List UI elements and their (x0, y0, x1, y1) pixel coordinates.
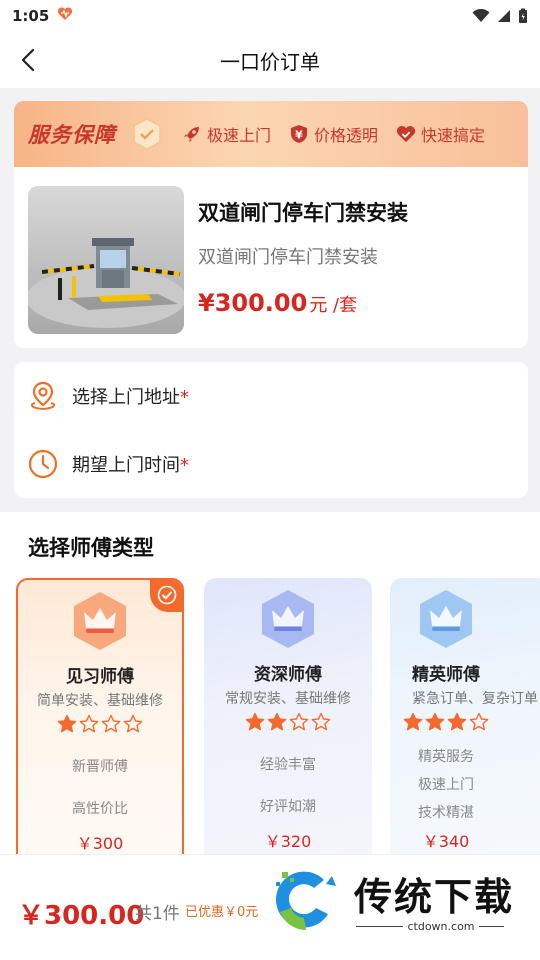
svg-text:¥: ¥ (295, 129, 303, 142)
master-desc: 常规安装、基础维修 (225, 691, 351, 707)
back-button[interactable] (14, 46, 42, 74)
rocket-icon (182, 124, 202, 144)
location-pin-icon (26, 379, 60, 413)
address-label: 选择上门地址* (72, 383, 189, 409)
total-price: ￥300.00 (18, 901, 145, 931)
master-feature: 好评如潮 (260, 799, 316, 815)
master-name: 精英师傅 (412, 665, 480, 685)
star-filled-icon (447, 712, 467, 731)
crown-icon (262, 590, 314, 648)
star-empty-icon (123, 714, 143, 733)
star-filled-icon (267, 712, 287, 731)
master-feature: 高性价比 (72, 801, 128, 817)
service-guarantee-banner: 服务保障 极速上门 ¥ 价格透明 快速搞定 (14, 101, 528, 167)
master-card-elite[interactable]: 精英师傅 紧急订单、复杂订单 精英服务 极速上门 技术精湛 ￥340 (390, 578, 540, 868)
feature-label: 极速上门 (207, 126, 272, 145)
watermark: 传统下载 ctdown.com (266, 862, 534, 938)
star-filled-icon (245, 712, 265, 731)
status-time: 1:05 (12, 7, 50, 25)
star-filled-icon (57, 714, 77, 733)
star-empty-icon (79, 714, 99, 733)
yen-shield-icon: ¥ (289, 124, 309, 144)
required-mark: * (180, 455, 189, 476)
section-title: 选择师傅类型 (28, 536, 154, 560)
feature-fast-visit: 极速上门 (182, 122, 271, 146)
master-feature: 技术精湛 (418, 805, 474, 821)
star-rating (18, 714, 182, 734)
feature-quick-done: 快速搞定 (396, 122, 485, 146)
battery-icon (519, 8, 527, 23)
required-mark: * (180, 387, 189, 408)
master-price: ￥320 (264, 832, 312, 851)
address-label-text: 选择上门地址 (72, 387, 180, 408)
product-card: 双道闸门停车门禁安装 双道闸门停车门禁安装 ¥300.00 元 /套 (14, 167, 528, 348)
heart-check-icon (396, 124, 416, 144)
crown-icon (420, 590, 472, 648)
star-empty-icon (289, 712, 309, 731)
watermark-url: ctdown.com (266, 920, 534, 933)
feature-label: 价格透明 (314, 126, 379, 145)
wifi-icon (472, 9, 490, 22)
master-price: ￥340 (422, 832, 470, 851)
signal-icon (498, 10, 510, 22)
time-label: 期望上门时间* (72, 451, 189, 477)
master-card-trainee[interactable]: 见习师傅 简单安装、基础维修 新晋师傅 高性价比 ￥300 (16, 578, 184, 868)
item-count: 共1件 (135, 904, 180, 924)
product-subtitle: 双道闸门停车门禁安装 (198, 247, 378, 268)
select-address-row[interactable]: 选择上门地址* (26, 376, 516, 416)
feature-transparent-price: ¥ 价格透明 (289, 122, 378, 146)
discount-text: 已优惠￥0元 (185, 905, 259, 920)
price-value: ¥300.00 (198, 289, 308, 317)
master-feature: 经验丰富 (260, 757, 316, 773)
master-desc: 简单安装、基础维修 (37, 693, 163, 709)
nav-bar: 一口价订单 (0, 32, 540, 88)
watermark-url-text: ctdown.com (403, 920, 479, 933)
status-bar: 1:05 (0, 0, 540, 32)
star-empty-icon (311, 712, 331, 731)
star-empty-icon (101, 714, 121, 733)
feature-label: 快速搞定 (421, 126, 486, 145)
price-unit: 元 /套 (309, 295, 358, 316)
select-time-row[interactable]: 期望上门时间* (26, 444, 516, 484)
watermark-brand: 传统下载 (354, 875, 515, 919)
product-price: ¥300.00 元 /套 (198, 289, 357, 317)
star-rating (204, 712, 372, 732)
star-filled-icon (425, 712, 445, 731)
product-image (28, 186, 184, 334)
star-empty-icon (469, 712, 489, 731)
shield-badge-icon (130, 117, 164, 151)
master-feature: 新晋师傅 (72, 759, 128, 775)
product-name: 双道闸门停车门禁安装 (198, 201, 408, 225)
master-feature: 极速上门 (418, 777, 474, 793)
clock-icon (26, 447, 60, 481)
crown-icon (74, 592, 126, 650)
master-price: ￥300 (76, 834, 124, 853)
master-desc: 紧急订单、复杂订单 (412, 691, 538, 707)
master-card-senior[interactable]: 资深师傅 常规安装、基础维修 经验丰富 好评如潮 ￥320 (204, 578, 372, 868)
page-title: 一口价订单 (220, 49, 320, 74)
star-filled-icon (403, 712, 423, 731)
visit-info-card: 选择上门地址* 期望上门时间* (14, 362, 528, 498)
master-feature: 精英服务 (418, 749, 474, 765)
app-notification-icon (57, 7, 73, 25)
status-icons (472, 8, 528, 24)
master-name: 见习师傅 (66, 667, 134, 687)
time-label-text: 期望上门时间 (72, 455, 180, 476)
star-rating (390, 712, 502, 732)
chevron-left-icon (21, 48, 35, 72)
master-name: 资深师傅 (254, 665, 322, 685)
banner-title: 服务保障 (28, 123, 116, 147)
selected-check-icon (150, 580, 182, 612)
